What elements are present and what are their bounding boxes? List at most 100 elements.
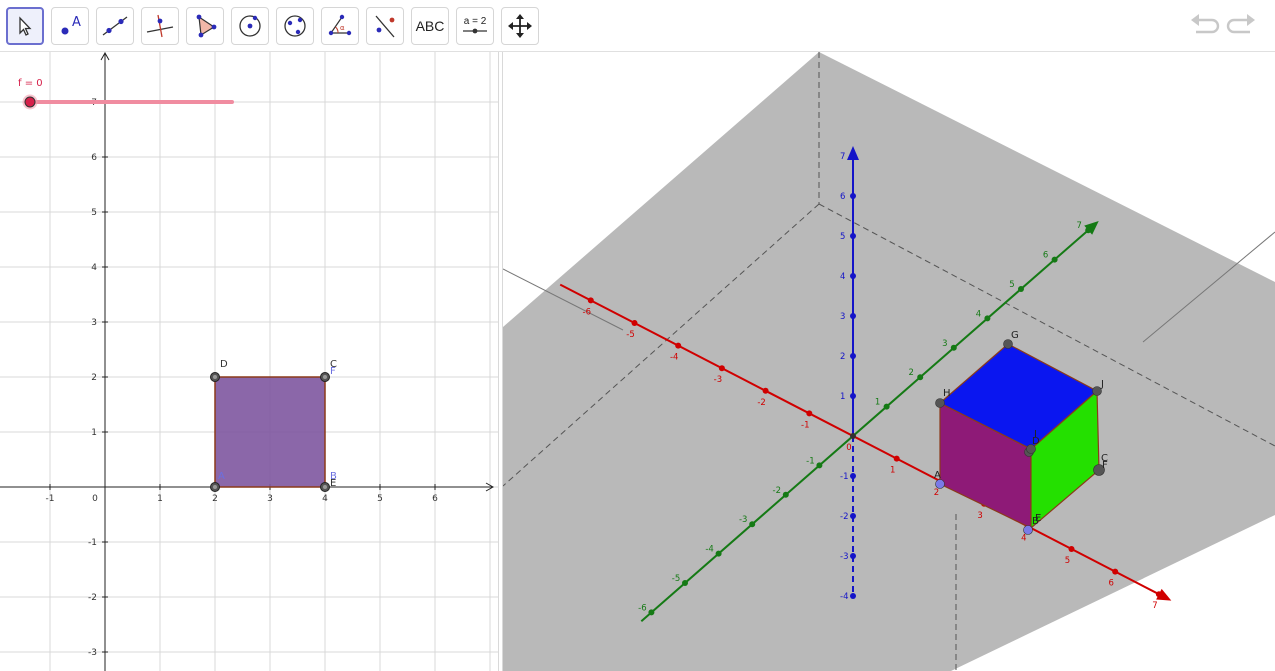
point-2d-inner xyxy=(323,485,327,489)
x-axis-3d-tick xyxy=(893,455,900,462)
x-axis-3d-tick-label: 0 xyxy=(846,443,851,453)
z-axis-3d-tick xyxy=(850,233,856,239)
x-axis-3d-tick-label: -2 xyxy=(757,398,765,408)
y-axis-3d-tick-label: 3 xyxy=(942,339,947,349)
x-tick-label: 0 xyxy=(92,494,98,504)
undo-button[interactable] xyxy=(1188,12,1220,40)
cube-label-g: G xyxy=(1011,330,1019,341)
z-axis-3d-tick-label: 1 xyxy=(840,392,845,402)
z-axis-3d-tick-label: 4 xyxy=(840,272,845,282)
y-axis-3d-tick xyxy=(984,315,991,322)
cursor-arrow-icon xyxy=(19,16,32,36)
cube-label-a: A xyxy=(934,470,941,481)
z-axis-3d-tick xyxy=(850,513,856,519)
grid-2d xyxy=(0,52,498,671)
cube-label-f: F xyxy=(1102,460,1108,471)
xy-plane xyxy=(503,52,1275,671)
graphics-3d-canvas[interactable]: -6 -5 -4 -3 -2 -1 0 1 2 3 4 5 6 7 -6 -5 -4 -3 -2 -1 1 2 3 4 5 6 7 7… xyxy=(503,52,1275,671)
line-icon xyxy=(102,16,128,36)
svg-text:A: A xyxy=(72,15,81,30)
z-axis-3d-tick xyxy=(850,593,856,599)
point-icon: A xyxy=(61,15,81,35)
z-axis-3d-tick-label: -2 xyxy=(840,512,848,522)
x-axis-3d-tick xyxy=(631,320,638,326)
slider-knob[interactable] xyxy=(24,96,36,108)
square-polygon[interactable] xyxy=(214,376,326,488)
y-axis-3d-tick-label: 5 xyxy=(1009,280,1014,290)
graphics-view-2d[interactable]: -101234567654321-1-2-3 ABECFD f = 0 xyxy=(0,52,498,671)
point-2d-inner xyxy=(213,485,217,489)
redo-icon xyxy=(1226,14,1255,34)
x-tick-label: 5 xyxy=(377,494,383,504)
origin-3d xyxy=(850,433,856,439)
point-2d-inner xyxy=(213,375,217,379)
y-axis-3d-tick-label: 1 xyxy=(875,398,880,408)
y-axis-3d-tick xyxy=(1051,256,1058,263)
move-graphics-view-tool-button[interactable] xyxy=(501,7,539,45)
z-axis-3d-tick xyxy=(850,313,856,319)
y-tick-label: 3 xyxy=(91,318,97,328)
circle-center-point-tool-button[interactable] xyxy=(231,7,269,45)
perpendicular-line-icon xyxy=(146,14,174,38)
z-axis-3d-tick-label: 6 xyxy=(840,192,845,202)
text-tool-label: ABC xyxy=(415,18,445,34)
y-axis-3d-tick xyxy=(950,344,957,351)
y-axis-3d-tick-label: -1 xyxy=(806,456,814,466)
x-axis-3d-tick xyxy=(718,365,725,372)
x-axis-3d-tick-label: -3 xyxy=(714,375,722,385)
move-tool-button[interactable] xyxy=(6,7,44,45)
y-tick-label: 6 xyxy=(91,153,97,163)
x-tick-label: 4 xyxy=(322,494,328,504)
x-axis-3d-tick-label: 5 xyxy=(1065,556,1070,566)
y-tick-label: 5 xyxy=(91,208,97,218)
slider-tool-icon: a = 2 xyxy=(461,17,489,35)
y-tick-label: 2 xyxy=(91,373,97,383)
circle-center-icon xyxy=(239,15,261,37)
x-axis-3d-tick xyxy=(762,387,769,394)
y-tick-label: -3 xyxy=(88,648,97,658)
x-axis-3d-tick-label: 3 xyxy=(977,511,982,521)
slider-tool-button[interactable]: a = 2 xyxy=(456,7,494,45)
toolbar: A α ABC a = 2 xyxy=(0,0,1275,52)
undo-icon xyxy=(1191,14,1220,34)
y-axis-3d-tick-label: -6 xyxy=(638,603,646,613)
x-axis-3d-tick-label: 4 xyxy=(1021,533,1026,543)
point-label-f: F xyxy=(330,366,336,377)
z-axis-3d-tick xyxy=(850,553,856,559)
y-axis-3d-tick-label: 7 xyxy=(1076,221,1081,231)
line-tool-button[interactable] xyxy=(96,7,134,45)
y-tick-label: 4 xyxy=(91,263,97,273)
y-axis-3d-tick xyxy=(816,462,823,469)
polygon-tool-button[interactable] xyxy=(186,7,224,45)
x-axis-3d-tick-label: 6 xyxy=(1108,579,1113,589)
angle-tool-button[interactable]: α xyxy=(321,7,359,45)
z-axis-3d-tick-label: 5 xyxy=(840,232,845,242)
redo-button[interactable] xyxy=(1226,12,1258,40)
point-tool-button[interactable]: A xyxy=(51,7,89,45)
polygon-icon xyxy=(196,14,217,38)
slider-label: f = 0 xyxy=(18,78,43,89)
x-axis-3d-tick xyxy=(806,410,813,417)
svg-text:α: α xyxy=(340,24,345,32)
cube-point[interactable] xyxy=(1026,444,1036,454)
z-axis-3d-tick-label: 7 xyxy=(840,152,845,162)
y-axis-3d-tick xyxy=(749,521,756,528)
cube-point[interactable] xyxy=(935,398,945,408)
x-tick-label: 3 xyxy=(267,494,273,504)
perpendicular-line-tool-button[interactable] xyxy=(141,7,179,45)
axes-2d xyxy=(0,52,495,671)
move-arrows-icon xyxy=(508,14,532,38)
x-tick-label: 2 xyxy=(212,494,218,504)
graphics-view-3d[interactable]: -6 -5 -4 -3 -2 -1 0 1 2 3 4 5 6 7 -6 -5 -4 -3 -2 -1 1 2 3 4 5 6 7 7… xyxy=(503,52,1275,671)
y-axis-3d-tick xyxy=(648,609,655,616)
circle-three-points-tool-button[interactable] xyxy=(276,7,314,45)
z-axis-3d-tick xyxy=(850,273,856,279)
z-axis-3d-tick-label: 2 xyxy=(840,352,845,362)
text-tool-button[interactable]: ABC xyxy=(411,7,449,45)
x-axis-3d-tick xyxy=(675,342,682,349)
x-axis-3d-tick-label: 7 xyxy=(1152,601,1157,611)
y-axis-3d-tick xyxy=(1085,227,1092,234)
reflect-tool-button[interactable] xyxy=(366,7,404,45)
z-axis-3d-tick-label: -1 xyxy=(840,472,848,482)
graphics-2d-canvas[interactable]: -101234567654321-1-2-3 ABECFD f = 0 xyxy=(0,52,498,671)
